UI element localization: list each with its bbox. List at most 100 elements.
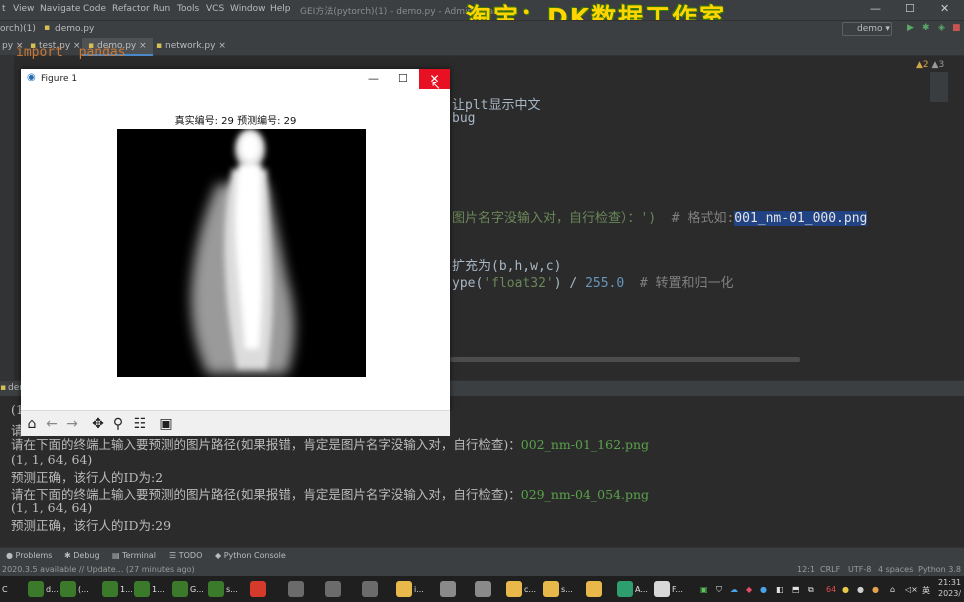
tray-icon[interactable]: ⬒ <box>792 585 800 594</box>
tray-icon[interactable]: ● <box>842 585 849 594</box>
console-line: (1, 1, 64, 64) <box>11 500 92 515</box>
shield-icon[interactable]: ⛉ <box>716 585 722 595</box>
terminal-icon: ▤ <box>112 551 120 560</box>
menu-help[interactable]: Help <box>270 4 291 14</box>
taskbar-label: c... <box>524 585 537 594</box>
drive-app-icon[interactable] <box>440 581 456 597</box>
code-selection: 001_nm-01_000.png <box>734 211 868 226</box>
stop-icon[interactable]: ■ <box>952 23 961 33</box>
pycharm-app-icon[interactable] <box>102 581 118 597</box>
window-app-icon[interactable] <box>288 581 304 597</box>
menu-view[interactable]: View <box>13 4 34 14</box>
inspection-widget[interactable]: ▲2 ▲3 <box>916 60 944 70</box>
pycharm-app-icon[interactable] <box>208 581 224 597</box>
close-icon[interactable]: × <box>139 41 147 51</box>
folder-app-icon[interactable] <box>586 581 602 597</box>
todo-icon: ☰ <box>169 551 177 560</box>
figure-heading: 真实编号: 29 预测编号: 29 <box>174 116 297 127</box>
figure-toolbar: ⌂ ← → ✥ ⚲ ☷ ▣ <box>21 410 450 436</box>
status-message[interactable]: 2020.3.5 available // Update... (27 minu… <box>2 565 195 574</box>
pycharm-app-icon[interactable] <box>134 581 150 597</box>
tool-debug[interactable]: ✱ Debug <box>64 551 100 560</box>
pan-icon[interactable]: ✥ <box>89 415 107 433</box>
cloud-icon[interactable]: ☁ <box>730 585 738 594</box>
forward-icon[interactable]: → <box>63 415 81 433</box>
status-bar: 2020.3.5 available // Update... (27 minu… <box>0 563 964 583</box>
home-icon[interactable]: ⌂ <box>23 415 41 433</box>
network-icon[interactable]: ⌂ <box>890 585 895 594</box>
menu-run[interactable]: Run <box>153 4 170 14</box>
back-icon[interactable]: ← <box>43 415 61 433</box>
drive-app-icon[interactable] <box>475 581 491 597</box>
menu-file[interactable]: t <box>2 4 6 14</box>
tray-icon[interactable]: ⧉ <box>808 585 814 595</box>
configure-subplots-icon[interactable]: ☷ <box>131 415 149 433</box>
menu-vcs[interactable]: VCS <box>206 4 224 14</box>
line-separator[interactable]: CRLF <box>820 565 840 574</box>
pycharm-app-icon[interactable] <box>60 581 76 597</box>
menu-code[interactable]: Code <box>83 4 106 14</box>
folder-app-icon[interactable] <box>543 581 559 597</box>
breadcrumb-project[interactable]: orch)(1) <box>0 24 36 34</box>
code-comment: # 转置和归一化 <box>624 276 734 291</box>
clock-time[interactable]: 21:31 <box>938 578 961 587</box>
wps-app-icon[interactable] <box>250 581 266 597</box>
breadcrumb-file[interactable]: demo.py <box>55 24 94 34</box>
code-string: 图片名字没输入对，自行检查）：') <box>452 211 657 226</box>
window-app-icon[interactable] <box>325 581 341 597</box>
maximize-icon[interactable]: ☐ <box>905 2 915 15</box>
console-line: 请在下面的终端上输入要预测的图片路径(如果报错，肯定是图片名字没输入对，自行检查… <box>11 484 649 503</box>
menu-refactor[interactable]: Refactor <box>112 4 150 14</box>
tab-label: network.py <box>164 41 216 51</box>
coverage-icon[interactable]: ◈ <box>938 23 945 33</box>
tool-todo[interactable]: ☰ TODO <box>169 551 202 560</box>
save-icon[interactable]: ▣ <box>157 415 175 433</box>
run-config-select[interactable]: demo ▾ <box>842 22 892 36</box>
console-text: (1, 1, 64, 64) <box>11 500 93 515</box>
tray-icon[interactable]: ● <box>760 585 767 594</box>
indent-setting[interactable]: 4 spaces <box>878 565 913 574</box>
tool-terminal[interactable]: ▤ Terminal <box>112 551 156 560</box>
caret-position[interactable]: 12:1 <box>797 565 815 574</box>
console-text: 预测正确，该行人的ID为:2 <box>11 470 164 485</box>
tray-icon[interactable]: ▣ <box>700 585 708 594</box>
tool-python-console[interactable]: ◆ Python Console <box>215 551 286 560</box>
window-app-icon[interactable] <box>362 581 378 597</box>
run-config-label: demo <box>857 24 883 34</box>
speaker-icon[interactable]: ◁× <box>905 585 918 594</box>
pycharm-app-icon[interactable] <box>172 581 188 597</box>
weak-warning-count: ▲3 <box>931 60 945 70</box>
minimize-icon[interactable]: — <box>368 72 379 85</box>
python-file-icon: ▪ <box>44 23 51 33</box>
menu-tools[interactable]: Tools <box>177 4 199 14</box>
tray-icon[interactable]: 64 <box>826 585 836 594</box>
file-encoding[interactable]: UTF-8 <box>848 565 871 574</box>
taskbar-label: d... <box>46 585 59 594</box>
console-line: 预测正确，该行人的ID为:29 <box>11 515 171 534</box>
menu-navigate[interactable]: Navigate <box>40 4 80 14</box>
pycharm-run-app-icon[interactable] <box>617 581 633 597</box>
folder-app-icon[interactable] <box>396 581 412 597</box>
tray-icon[interactable]: ● <box>857 585 864 594</box>
debug-icon[interactable]: ✱ <box>922 23 930 33</box>
close-icon[interactable]: ✕ <box>940 2 949 15</box>
close-icon[interactable]: × <box>218 41 226 51</box>
minimize-icon[interactable]: — <box>870 2 881 15</box>
tray-icon[interactable]: ◆ <box>746 585 752 594</box>
folder-app-icon[interactable] <box>506 581 522 597</box>
maximize-icon[interactable]: ☐ <box>398 72 408 85</box>
tray-icon[interactable]: ◧ <box>776 585 784 594</box>
run-icon[interactable]: ▶ <box>907 23 914 33</box>
pycharm-app-icon[interactable] <box>28 581 44 597</box>
tab-network-py[interactable]: ▪ network.py × <box>150 38 232 56</box>
taskbar-label: C <box>2 585 8 594</box>
tool-problems[interactable]: ● Problems <box>6 551 52 560</box>
figure-titlebar[interactable]: ◉ Figure 1 — ☐ <box>21 69 450 89</box>
tray-icon[interactable]: ● <box>872 585 879 594</box>
console-input: 002_nm-01_162.png <box>520 437 650 452</box>
zoom-icon[interactable]: ⚲ <box>109 415 127 433</box>
input-language[interactable]: 英 <box>922 585 930 596</box>
horizontal-scrollbar[interactable] <box>450 357 800 362</box>
menu-window[interactable]: Window <box>230 4 266 14</box>
figure-app-icon[interactable] <box>654 581 670 597</box>
